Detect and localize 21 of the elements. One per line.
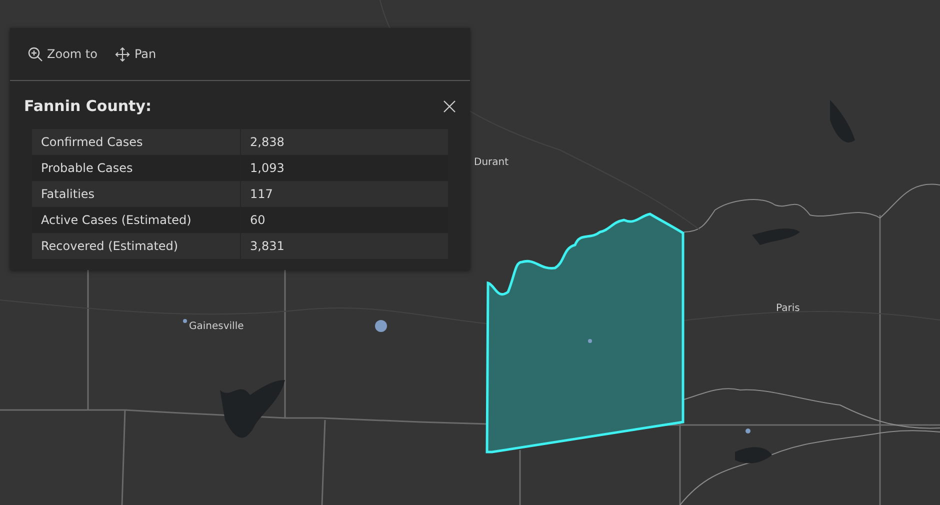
city-dot[interactable] (588, 339, 592, 343)
table-cell-text: Fatalities (40, 186, 96, 203)
city-dot[interactable] (375, 320, 387, 332)
close-button[interactable] (443, 100, 456, 112)
place-label: Durant (474, 157, 509, 168)
move-arrows-icon (115, 46, 130, 62)
city-dot[interactable] (183, 319, 187, 323)
zoom-in-icon (28, 46, 43, 62)
close-icon (443, 100, 456, 112)
zoom-to-button[interactable]: Zoom to (26, 44, 100, 64)
table-cell: 3,831 (240, 233, 448, 259)
county-highlight[interactable] (486, 212, 684, 454)
popup-title: Fannin County: (24, 97, 152, 115)
place-label: Gainesville (189, 321, 244, 332)
table-cell-text: Active Cases (Estimated) (40, 212, 192, 229)
table-cell-text: Recovered (Estimated) (40, 238, 180, 255)
table-cell-text: Confirmed Cases (40, 134, 144, 151)
place-label: Paris (776, 303, 800, 314)
pan-button[interactable]: Pan (113, 44, 158, 64)
table-cell-text: Probable Cases (40, 160, 134, 177)
city-dot[interactable] (746, 428, 750, 434)
